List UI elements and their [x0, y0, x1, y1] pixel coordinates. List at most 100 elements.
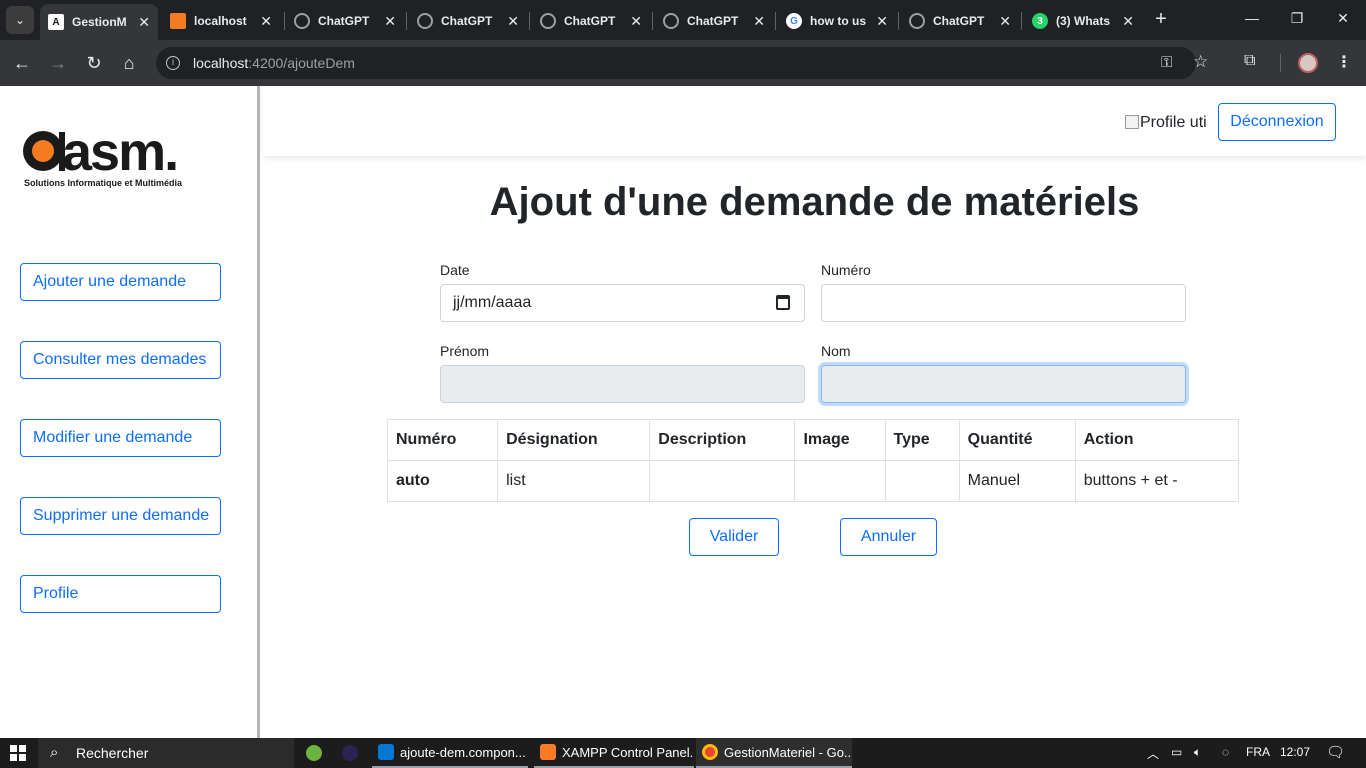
table-cell: list — [497, 460, 651, 502]
taskbar-app-title: GestionMateriel - Go... — [724, 744, 852, 760]
column-header: Type — [884, 419, 960, 461]
close-window-icon[interactable]: ✕ — [1333, 10, 1353, 27]
close-tab-icon[interactable]: ✕ — [260, 13, 272, 30]
browser-tab[interactable]: ChatGPT ✕ — [655, 6, 773, 36]
close-tab-icon[interactable]: ✕ — [999, 13, 1011, 30]
taskbar-search[interactable]: ⌕ Rechercher — [38, 738, 294, 768]
google-icon: G — [786, 13, 802, 29]
logo-wordmark: asm. — [62, 124, 177, 182]
taskbar-app-title: XAMPP Control Panel... — [562, 744, 694, 760]
menu-kebab-icon[interactable]: ⋮ — [1336, 52, 1352, 72]
close-tab-icon[interactable]: ✕ — [630, 13, 642, 30]
chatgpt-icon — [294, 13, 310, 29]
taskbar-app-title: ajoute-dem.compon... — [400, 744, 526, 760]
restore-icon[interactable]: ❐ — [1287, 10, 1307, 27]
tab-title: ChatGPT — [441, 14, 493, 28]
browser-tab[interactable]: ChatGPT ✕ — [286, 6, 404, 36]
notifications-icon[interactable]: 🗨︎ — [1326, 743, 1345, 761]
forward-arrow-icon[interactable]: → — [45, 50, 71, 76]
close-tab-icon[interactable]: ✕ — [753, 13, 765, 30]
profile-avatar[interactable] — [1298, 53, 1318, 73]
browser-tab[interactable]: G how to us ✕ — [778, 6, 896, 36]
materials-table: Numéro Désignation Description Image Typ… — [386, 419, 1240, 502]
table-cell: auto — [386, 460, 499, 502]
taskbar-app-xampp[interactable]: XAMPP Control Panel... — [534, 738, 694, 768]
sidebar-item-profile[interactable]: Profile — [20, 575, 221, 613]
cancel-button[interactable]: Annuler — [840, 518, 937, 556]
url-text[interactable]: localhost:4200/ajouteDem — [193, 55, 355, 71]
web-page: asm. Solutions Informatique et Multimédi… — [0, 86, 1366, 738]
table-cell — [884, 460, 960, 502]
browser-tab[interactable]: ChatGPT ✕ — [409, 6, 527, 36]
xampp-icon — [170, 13, 186, 29]
close-tab-icon[interactable]: ✕ — [1122, 13, 1134, 30]
minimize-icon[interactable]: — — [1242, 10, 1262, 26]
table-cell — [649, 460, 796, 502]
column-header: Action — [1074, 419, 1240, 461]
windows-start-icon[interactable] — [10, 745, 26, 761]
extensions-puzzle-icon[interactable]: ⧉ — [1244, 52, 1264, 72]
windows-taskbar: ⌕ Rechercher ajoute-dem.compon... XAMPP … — [0, 738, 1366, 768]
date-input[interactable]: jj/mm/aaaa — [440, 284, 805, 322]
browser-tab[interactable]: 3 (3) Whats ✕ — [1024, 6, 1142, 36]
site-info-icon[interactable]: i — [166, 56, 180, 70]
taskbar-app-spring[interactable] — [300, 738, 334, 768]
tab-title: ChatGPT — [687, 14, 739, 28]
bookmark-star-icon[interactable]: ☆ — [1193, 52, 1208, 72]
xampp-icon — [540, 744, 556, 760]
address-bar[interactable]: i localhost:4200/ajouteDem ⚿ ☆ — [156, 47, 1208, 79]
column-header: Numéro — [386, 419, 499, 461]
prenom-input[interactable] — [440, 365, 805, 403]
taskbar-app-eclipse[interactable] — [336, 738, 370, 768]
url-path: :4200/ajouteDem — [248, 55, 355, 71]
close-tab-icon[interactable]: ✕ — [876, 13, 888, 30]
asm-logo: asm. Solutions Informatique et Multimédi… — [23, 124, 183, 188]
tab-title: (3) Whats — [1056, 14, 1110, 28]
logout-button[interactable]: Déconnexion — [1218, 103, 1336, 141]
column-header: Description — [649, 419, 796, 461]
language-indicator[interactable]: FRA — [1246, 745, 1270, 759]
browser-tab[interactable]: localhost ✕ — [162, 6, 280, 36]
password-key-icon[interactable]: ⚿ — [1161, 54, 1172, 71]
close-tab-icon[interactable]: ✕ — [138, 14, 150, 31]
browser-tabstrip: ⌄ A GestionM ✕ localhost ✕ ChatGPT ✕ Cha… — [0, 0, 1366, 40]
close-tab-icon[interactable]: ✕ — [384, 13, 396, 30]
sidebar-item-delete-request[interactable]: Supprimer une demande — [20, 497, 221, 535]
browser-tab-active[interactable]: A GestionM ✕ — [40, 4, 158, 40]
tray-chevron-icon[interactable]: ︿ — [1147, 745, 1159, 762]
clock[interactable]: 12:07 — [1280, 745, 1310, 759]
chrome-icon — [702, 744, 718, 760]
nom-input[interactable] — [821, 365, 1186, 403]
chatgpt-icon — [540, 13, 556, 29]
profile-image[interactable]: Profile uti — [1125, 114, 1207, 132]
back-arrow-icon[interactable]: ← — [9, 50, 35, 76]
numero-input[interactable] — [821, 284, 1186, 322]
sidebar-item-add-request[interactable]: Ajouter une demande — [20, 263, 221, 301]
table-row: auto list Manuel buttons + et - — [386, 460, 1240, 502]
tab-title: how to us — [810, 14, 866, 28]
calendar-icon[interactable] — [776, 295, 790, 310]
validate-button[interactable]: Valider — [689, 518, 779, 556]
sidebar-item-edit-request[interactable]: Modifier une demande — [20, 419, 221, 457]
browser-tab[interactable]: ChatGPT ✕ — [901, 6, 1019, 36]
url-host: localhost — [193, 55, 249, 71]
date-label: Date — [440, 262, 470, 278]
reload-icon[interactable]: ↻ — [81, 50, 107, 76]
tab-title: GestionM — [72, 15, 127, 29]
network-icon[interactable]: ◌ — [1222, 745, 1229, 759]
taskbar-app-chrome[interactable]: GestionMateriel - Go... — [696, 738, 852, 768]
new-tab-plus-icon[interactable]: + — [1150, 8, 1172, 30]
close-tab-icon[interactable]: ✕ — [507, 13, 519, 30]
taskbar-app-vscode[interactable]: ajoute-dem.compon... — [372, 738, 528, 768]
sidebar-item-view-requests[interactable]: Consulter mes demades — [20, 341, 221, 379]
header-bar: Profile uti Déconnexion — [263, 86, 1366, 156]
home-icon[interactable]: ⌂ — [116, 50, 142, 76]
vscode-icon — [378, 744, 394, 760]
tab-title: ChatGPT — [318, 14, 370, 28]
battery-icon[interactable]: ▭ — [1171, 745, 1182, 759]
tab-search-chevron-icon[interactable]: ⌄ — [6, 6, 34, 34]
browser-tab[interactable]: ChatGPT ✕ — [532, 6, 650, 36]
column-header: Désignation — [497, 419, 651, 461]
table-header-row: Numéro Désignation Description Image Typ… — [386, 419, 1240, 461]
volume-muted-icon[interactable]: 🔈︎ — [1194, 745, 1201, 760]
